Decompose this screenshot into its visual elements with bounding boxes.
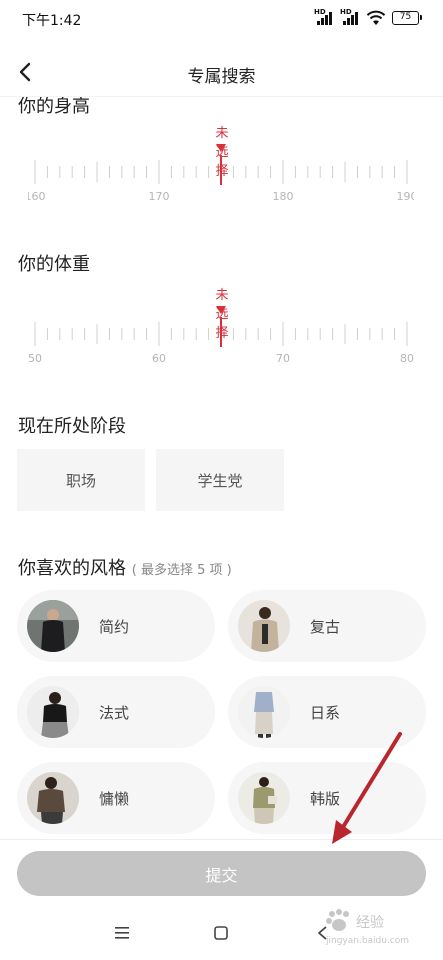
height-ruler[interactable]: 未选择 160170180190	[28, 122, 414, 203]
status-time: 下午1:42	[22, 13, 82, 29]
style-label: 慵懒	[99, 789, 130, 808]
submit-bar: 提交	[0, 840, 443, 906]
signal-icon: HD	[340, 8, 360, 26]
style-option-french[interactable]: 法式	[17, 676, 215, 748]
system-menu-button[interactable]	[111, 922, 133, 944]
style-option-retro[interactable]: 复古	[228, 590, 426, 662]
style-avatar	[238, 600, 290, 652]
height-ruler-tick-label: 170	[149, 190, 170, 203]
style-option-simple[interactable]: 简约	[17, 590, 215, 662]
height-ruler-tick-label: 180	[273, 190, 294, 203]
stage-option-workplace[interactable]: 职场	[17, 449, 145, 511]
style-option-lazy[interactable]: 慵懒	[17, 762, 215, 834]
weight-ruler-scale: 50 60 70 80	[28, 306, 414, 365]
watermark-url: jingyan.baidu.com	[326, 936, 410, 946]
stage-section-title: 现在所处阶段	[18, 416, 126, 437]
system-home-button[interactable]	[210, 922, 232, 944]
stage-options: 职场 学生党	[17, 449, 284, 511]
weight-ruler-tick-label: 80	[400, 352, 414, 365]
weight-ruler-tick-label: 50	[28, 352, 42, 365]
height-ruler-tick-label: 190	[397, 190, 415, 203]
style-avatar	[238, 686, 290, 738]
style-label: 复古	[310, 617, 341, 636]
style-hint: ( 最多选择 5 项 )	[131, 563, 232, 578]
style-label: 简约	[99, 617, 130, 636]
style-title-text: 你喜欢的风格	[18, 558, 126, 579]
weight-ruler[interactable]: 未选择 50607080	[28, 284, 414, 365]
content-scroll[interactable]: 你的身高 未选择 160170180190 你的体重 未选择 50607080 …	[0, 80, 443, 840]
status-bar: 下午1:42 HD HD 75	[0, 0, 443, 40]
style-label: 日系	[310, 703, 341, 722]
watermark: 经验 jingyan.baidu.com	[324, 906, 434, 956]
signal-icon: HD	[314, 8, 334, 26]
paw-logo-icon	[326, 909, 349, 931]
status-icons: HD HD 75	[314, 8, 422, 26]
annotation-arrow	[332, 732, 402, 844]
watermark-text: 经验	[356, 915, 384, 931]
style-section-title: 你喜欢的风格 ( 最多选择 5 项 )	[18, 554, 232, 580]
style-avatar	[27, 772, 79, 824]
height-ruler-indicator-triangle	[216, 144, 226, 152]
wifi-icon	[366, 10, 386, 25]
weight-ruler-tick-label: 70	[276, 352, 290, 365]
home-square-icon	[214, 926, 228, 940]
style-label: 法式	[99, 703, 130, 722]
height-ruler-scale: 160 170 180 190	[28, 144, 415, 203]
submit-button[interactable]: 提交	[17, 851, 426, 896]
page-title: 专属搜索	[187, 67, 256, 87]
style-avatar	[27, 600, 79, 652]
weight-ruler-indicator-triangle	[216, 306, 226, 314]
weight-section-title: 你的体重	[18, 254, 90, 275]
weight-ruler-tick-label: 60	[152, 352, 166, 365]
style-avatar	[27, 686, 79, 738]
stage-option-student[interactable]: 学生党	[156, 449, 284, 511]
style-avatar	[238, 772, 290, 824]
menu-icon	[115, 927, 129, 939]
height-ruler-tick-label: 160	[28, 190, 46, 203]
nav-header: 专属搜索	[0, 48, 443, 96]
battery-icon: 75	[392, 11, 422, 25]
